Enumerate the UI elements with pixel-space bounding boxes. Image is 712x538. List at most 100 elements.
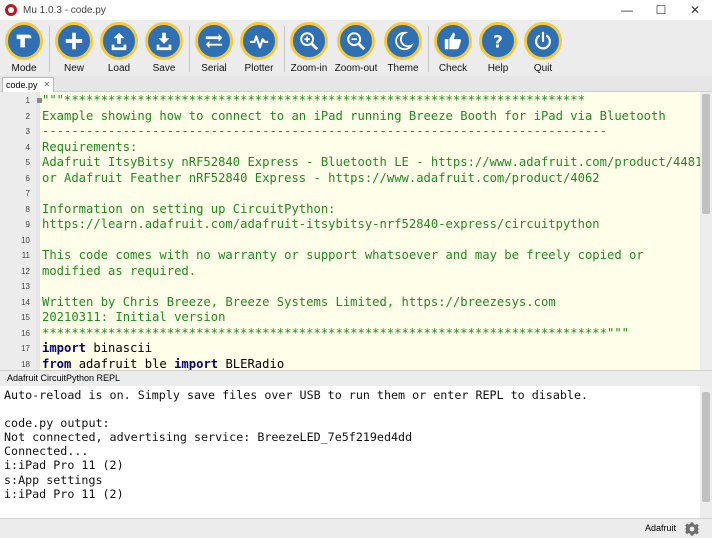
docstring-token: ****************************************…: [42, 325, 629, 340]
docstring-token: ----------------------------------------…: [42, 124, 607, 138]
line-number: 17: [21, 344, 30, 353]
code-text: ****************************************…: [42, 326, 629, 342]
plus-icon: [65, 32, 83, 50]
repl-scroll-thumb[interactable]: [702, 392, 710, 502]
zoom-in-button[interactable]: Zoom-in: [288, 20, 330, 74]
window-controls: — ☐ ✕: [610, 0, 712, 20]
repl-line: [0, 402, 588, 416]
docstring-token: https://learn.adafruit.com/adafruit-itsy…: [42, 217, 600, 231]
docstring-token: Example showing how to connect to an iPa…: [42, 108, 666, 123]
keyword-token: import: [42, 341, 87, 355]
mode-button[interactable]: Mode: [3, 20, 45, 74]
line-number: 18: [21, 359, 30, 369]
mode-label: Mode: [11, 63, 37, 74]
code-text: or Adafruit Feather nRF52840 Express - h…: [42, 171, 600, 187]
line-number: 16: [21, 328, 30, 338]
code-editor[interactable]: 1 """************************************…: [0, 92, 712, 370]
tab-close-icon[interactable]: ✕: [44, 78, 51, 92]
gear-icon[interactable]: [684, 521, 700, 537]
power-icon: [535, 31, 551, 50]
line-number: 8: [25, 204, 30, 214]
docstring-token: Written by Chris Breeze, Breeze Systems …: [42, 294, 556, 309]
line-number: 4: [25, 142, 30, 152]
upload-icon: [111, 32, 127, 51]
code-text: 20210311: Initial version: [42, 310, 225, 326]
repl-line: s:App settings: [4, 472, 103, 487]
repl-scrollbar[interactable]: [700, 386, 712, 518]
status-bar: Adafruit: [0, 518, 712, 538]
toolbar-separator: [189, 26, 190, 72]
code-text: Adafruit ItsyBitsy nRF52840 Express - Bl…: [42, 155, 702, 171]
docstring-token: This code comes with no warranty or supp…: [42, 248, 644, 262]
code-text: This code comes with no warranty or supp…: [42, 248, 644, 264]
question-icon: ?: [493, 32, 503, 51]
repl-line: Not connected, advertising service: Bree…: [4, 430, 413, 445]
toolbar-separator: [49, 26, 50, 72]
zoom-in-label: Zoom-in: [290, 63, 328, 74]
keyword-token: import: [174, 356, 219, 371]
repl-line: code.py output:: [4, 416, 110, 431]
download-icon: [156, 32, 172, 51]
save-label: Save: [152, 63, 176, 74]
serial-label: Serial: [201, 63, 227, 74]
line-number: 15: [21, 313, 30, 322]
line-number: 9: [25, 220, 30, 229]
title-bar: Mu 1.0.3 - code.py — ☐ ✕: [0, 0, 712, 20]
code-text: Written by Chris Breeze, Breeze Systems …: [42, 295, 556, 311]
load-button[interactable]: Load: [98, 20, 140, 74]
quit-label: Quit: [533, 63, 553, 74]
code-token: adafruit_ble: [71, 356, 175, 371]
docstring-token: modified as required.: [42, 263, 197, 278]
zoom-out-icon: [347, 32, 366, 51]
keyword-token: from: [42, 356, 72, 371]
docstring-token: Requirements:: [42, 139, 138, 154]
new-label: New: [63, 63, 84, 74]
maximize-button[interactable]: ☐: [644, 0, 678, 20]
plotter-button[interactable]: Plotter: [238, 20, 280, 74]
load-label: Load: [107, 63, 131, 74]
help-button[interactable]: ? Help: [477, 20, 519, 74]
code-text: modified as required.: [42, 264, 196, 280]
line-number: 13: [21, 282, 30, 291]
theme-button[interactable]: Theme: [382, 20, 424, 74]
repl-line: i:iPad Pro 11 (2): [4, 458, 124, 473]
mode-indicator[interactable]: Adafruit: [645, 523, 676, 533]
tab-strip: code.py ✕: [0, 76, 712, 92]
arrows-icon: [205, 33, 223, 49]
quit-button[interactable]: Quit: [522, 20, 564, 74]
docstring-token: or Adafruit Feather nRF52840 Express - h…: [42, 170, 600, 185]
code-text: Requirements:: [42, 140, 137, 156]
line-number: 6: [25, 173, 30, 183]
code-text: https://learn.adafruit.com/adafruit-itsy…: [42, 217, 600, 233]
close-button[interactable]: ✕: [678, 0, 712, 20]
repl-pane[interactable]: Auto-reload is on. Simply save files ove…: [0, 386, 712, 518]
line-number: 11: [21, 251, 30, 260]
code-text: """*************************************…: [42, 93, 585, 109]
line-number: 14: [21, 297, 30, 307]
new-button[interactable]: New: [53, 20, 95, 74]
svg-text:?: ?: [493, 32, 503, 51]
code-text: Information on setting up CircuitPython:: [42, 202, 336, 218]
plotter-label: Plotter: [244, 63, 274, 74]
serial-button[interactable]: Serial: [193, 20, 235, 74]
check-button[interactable]: Check: [432, 20, 474, 74]
toolbar: Mode New Load Save Serial Plotter Zoom-i…: [0, 20, 712, 76]
line-number: 3: [25, 127, 30, 136]
save-button[interactable]: Save: [143, 20, 185, 74]
zoom-in-icon: [300, 32, 319, 51]
docstring-token: Adafruit ItsyBitsy nRF52840 Express - Bl…: [42, 155, 703, 169]
code-token: BLERadio: [218, 356, 285, 371]
window-title: Mu 1.0.3 - code.py: [23, 4, 106, 16]
line-number: 12: [21, 266, 30, 276]
code-text: ----------------------------------------…: [42, 124, 607, 140]
mu-logo-icon: [5, 4, 17, 16]
help-label: Help: [487, 63, 509, 74]
editor-scroll-thumb[interactable]: [702, 94, 710, 214]
line-number: 2: [25, 111, 30, 121]
minimize-button[interactable]: —: [610, 0, 644, 20]
repl-line: Connected...: [4, 444, 89, 459]
editor-scrollbar[interactable]: [700, 92, 712, 370]
zoom-out-button[interactable]: Zoom-out: [333, 20, 379, 74]
line-number: 7: [25, 189, 30, 198]
tab-code-py[interactable]: code.py ✕: [2, 77, 55, 92]
